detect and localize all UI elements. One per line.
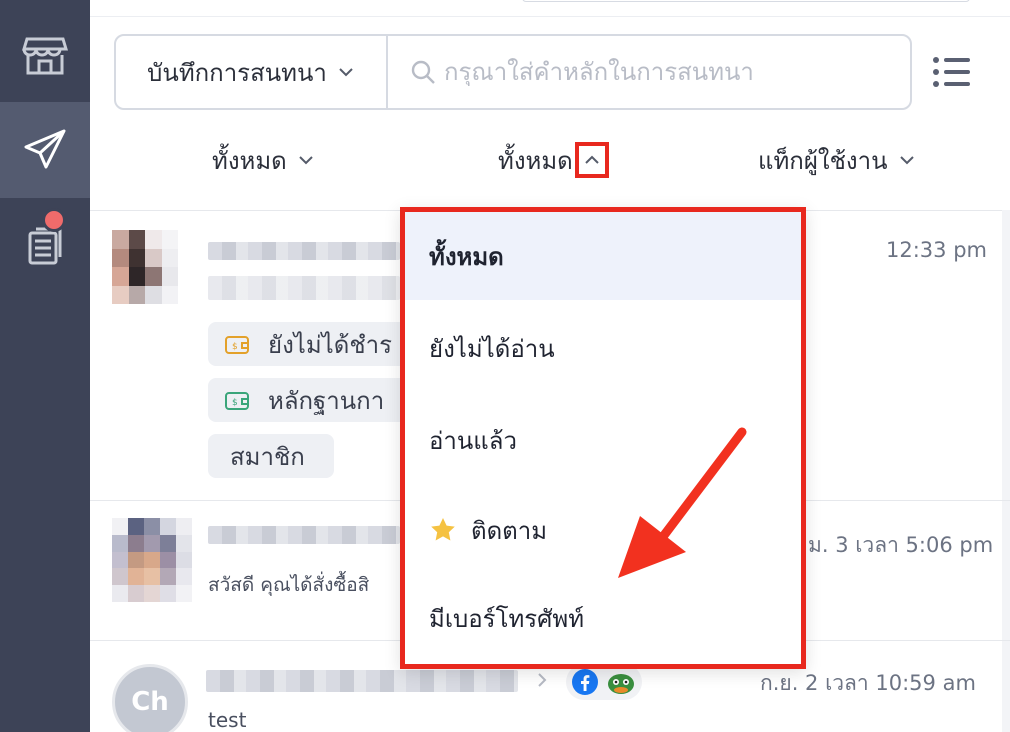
chevron-right-icon: [538, 673, 547, 687]
documents-icon: [28, 227, 62, 265]
timestamp: 12:33 pm: [886, 238, 987, 262]
message-preview-blurred: [208, 276, 400, 300]
dropdown-item-all[interactable]: ทั้งหมด: [405, 212, 801, 300]
top-divider: [90, 16, 1010, 17]
dropdown-item-read[interactable]: อ่านแล้ว: [405, 396, 801, 484]
search-field: [388, 36, 910, 108]
filter-first[interactable]: ทั้งหมด: [212, 136, 315, 184]
top-input-edge: [522, 0, 970, 2]
avatar: [112, 518, 192, 602]
filter-second[interactable]: ทั้งหมด: [498, 136, 609, 184]
contact-name-blurred: [208, 526, 400, 544]
sidebar: [0, 0, 90, 732]
timestamp: ก.ย. 2 เวลา 10:59 am: [760, 671, 976, 695]
scrollbar-track[interactable]: [1002, 210, 1010, 732]
dropdown-item-label: อ่านแล้ว: [429, 426, 517, 455]
dropdown-item-unread[interactable]: ยังไม่ได้อ่าน: [405, 304, 801, 392]
message-preview: สวัสดี คุณได้สั่งซื้อสิ: [208, 574, 370, 596]
message-preview: test: [208, 708, 247, 732]
dropdown-item-label: ทั้งหมด: [429, 242, 504, 271]
search-input[interactable]: [444, 58, 884, 86]
tag-label: ยังไม่ได้ชำร: [268, 330, 392, 359]
dropdown-item-has-phone[interactable]: มีเบอร์โทรศัพท์: [405, 574, 801, 662]
star-icon: [431, 518, 455, 541]
dropdown-item-label: ยังไม่ได้อ่าน: [429, 334, 555, 363]
search-scope-label: บันทึกการสนทนา: [147, 58, 327, 87]
wallet-icon: $: [225, 336, 249, 354]
chevron-up-icon: [585, 155, 599, 164]
store-icon: [22, 37, 68, 75]
read-status-dropdown: ทั้งหมด ยังไม่ได้อ่าน อ่านแล้ว ติดตาม มี…: [400, 207, 806, 669]
tag-evidence: $ หลักฐานกา: [208, 378, 408, 422]
filter-user-tags-label: แท็กผู้ใช้งาน: [758, 146, 888, 175]
chevron-down-icon: [339, 68, 353, 77]
tag-label: หลักฐานกา: [268, 386, 385, 415]
wallet-icon: $: [225, 392, 249, 410]
tag-member: สมาชิก: [208, 434, 334, 478]
paper-plane-icon: [24, 129, 66, 169]
filter-first-label: ทั้งหมด: [212, 146, 287, 175]
dropdown-item-following[interactable]: ติดตาม: [405, 486, 801, 574]
filter-user-tags[interactable]: แท็กผู้ใช้งาน: [758, 136, 916, 184]
timestamp: ม. 3 เวลา 5:06 pm: [808, 533, 994, 557]
platform-badge: [566, 664, 642, 700]
avatar: [112, 230, 178, 304]
search-scope-select[interactable]: บันทึกการสนทนา: [116, 36, 388, 108]
tag-unpaid: $ ยังไม่ได้ชำร: [208, 322, 408, 366]
dropdown-item-label: ติดตาม: [471, 516, 548, 545]
chevron-down-icon: [299, 156, 313, 165]
sidebar-item-store[interactable]: [0, 6, 90, 102]
mascot-icon: [608, 674, 634, 694]
dropdown-item-label: มีเบอร์โทรศัพท์: [429, 604, 585, 633]
filter-second-label: ทั้งหมด: [498, 146, 573, 175]
highlight-box: [574, 142, 609, 178]
filter-row: ทั้งหมด ทั้งหมด แท็กผู้ใช้งาน: [90, 136, 1010, 184]
contact-name-blurred: [206, 670, 518, 692]
notification-badge: [42, 208, 66, 232]
avatar: Ch: [112, 664, 188, 732]
list-menu-icon[interactable]: [932, 54, 972, 90]
tag-label: สมาชิก: [230, 442, 305, 471]
facebook-icon: [572, 669, 598, 695]
svg-text:$: $: [232, 342, 238, 352]
svg-text:$: $: [232, 398, 238, 408]
search-bar: บันทึกการสนทนา: [114, 34, 912, 110]
contact-name-blurred: [208, 242, 400, 260]
sidebar-item-send[interactable]: [0, 102, 90, 198]
chevron-down-icon: [899, 156, 914, 165]
search-icon: [411, 60, 435, 84]
